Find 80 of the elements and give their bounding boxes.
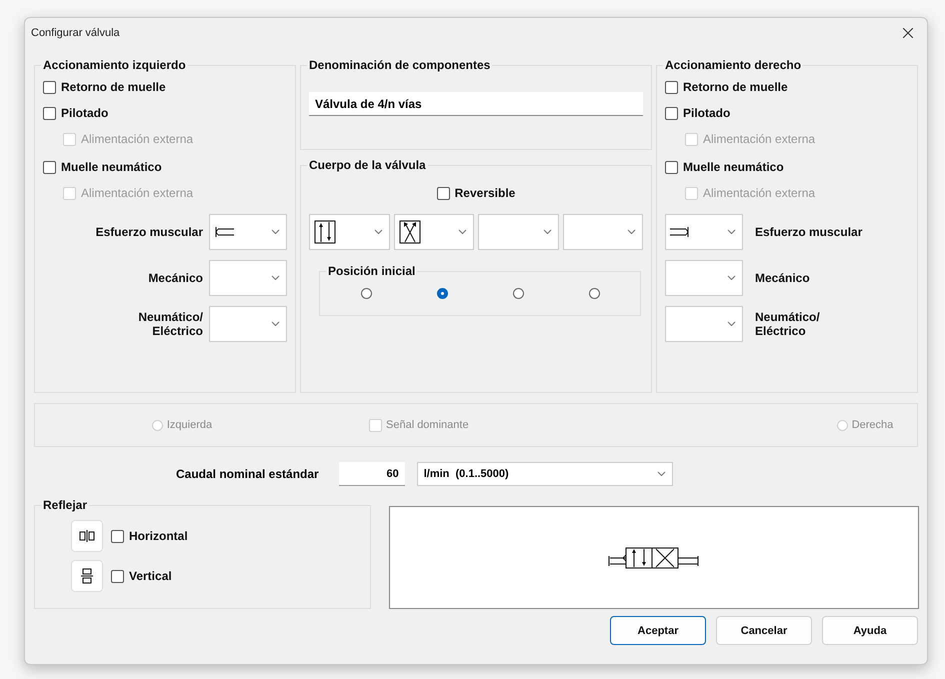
selector-label: Esfuerzo muscular bbox=[94, 225, 203, 239]
pushbutton-icon bbox=[214, 225, 234, 239]
checkbox[interactable]: Retorno de muelle bbox=[665, 80, 909, 94]
checkbox-label: Pilotado bbox=[683, 106, 730, 120]
selector-label: Mecánico bbox=[147, 271, 203, 285]
checkbox-label: Alimentación externa bbox=[81, 132, 194, 146]
mirror-horizontal-icon bbox=[79, 530, 95, 542]
group-title: Reflejar bbox=[42, 498, 88, 512]
checkbox-box[interactable] bbox=[43, 160, 56, 174]
dialog-button[interactable]: Aceptar bbox=[610, 616, 706, 645]
checkbox-label: Vertical bbox=[129, 569, 172, 583]
radio-button[interactable] bbox=[436, 288, 448, 299]
checkbox-label: Retorno de muelle bbox=[683, 80, 788, 94]
group-title: Accionamiento derecho bbox=[664, 58, 802, 72]
chevron-down-icon bbox=[727, 275, 736, 281]
parallel-arrows-icon bbox=[314, 220, 336, 244]
checkbox[interactable]: Pilotado bbox=[43, 106, 287, 120]
checkbox-label: Muelle neumático bbox=[61, 160, 162, 174]
chevron-down-icon bbox=[271, 321, 280, 327]
group-title: Cuerpo de la válvula bbox=[308, 158, 427, 172]
chevron-down-icon bbox=[458, 229, 467, 235]
radio-button[interactable] bbox=[512, 288, 524, 299]
chevron-down-icon bbox=[656, 471, 666, 477]
group-title: Accionamiento izquierdo bbox=[42, 58, 187, 72]
mirror-button[interactable] bbox=[71, 560, 103, 592]
checkbox-label: Pilotado bbox=[61, 106, 108, 120]
checkbox[interactable]: Pilotado bbox=[665, 106, 909, 120]
checkbox[interactable]: Reversible bbox=[436, 186, 516, 200]
checkbox-box[interactable] bbox=[665, 80, 678, 94]
checkbox-label: Alimentación externa bbox=[703, 186, 816, 200]
dialog-button[interactable]: Ayuda bbox=[822, 616, 918, 645]
option-label: Derecha bbox=[852, 419, 894, 431]
symbol-dropdown[interactable] bbox=[309, 214, 390, 250]
checkbox-box[interactable] bbox=[436, 186, 450, 200]
selector-label: Esfuerzo muscular bbox=[754, 225, 864, 239]
close-icon bbox=[903, 28, 913, 38]
checkbox-label: Muelle neumático bbox=[683, 160, 784, 174]
chevron-down-icon bbox=[627, 229, 636, 235]
checkbox[interactable]: Muelle neumático bbox=[43, 160, 287, 174]
checkbox-box[interactable] bbox=[43, 106, 56, 120]
checkbox-box[interactable] bbox=[665, 106, 678, 120]
checkbox[interactable]: Retorno de muelle bbox=[43, 80, 287, 94]
window-title: Configurar válvula bbox=[31, 27, 120, 39]
checkbox-label: Reversible bbox=[454, 186, 516, 200]
checkbox[interactable]: Horizontal bbox=[111, 529, 188, 543]
selector-label: Neumático/ Eléctrico bbox=[137, 310, 203, 338]
chevron-down-icon bbox=[374, 229, 382, 235]
checkbox-box[interactable] bbox=[111, 570, 124, 582]
unit-dropdown[interactable]: l/min (0.1..5000) bbox=[416, 462, 673, 486]
mirror-button[interactable] bbox=[71, 520, 103, 552]
name-field[interactable]: Válvula de 4/n vías bbox=[309, 92, 643, 116]
flow-field[interactable]: 60 bbox=[338, 462, 405, 486]
chevron-down-icon bbox=[727, 229, 736, 235]
chevron-down-icon bbox=[271, 229, 280, 235]
checkbox[interactable]: Vertical bbox=[111, 569, 172, 583]
option-label: Señal dominante bbox=[386, 419, 469, 431]
dialog-button[interactable]: Cancelar bbox=[716, 616, 812, 645]
radio-button[interactable] bbox=[360, 288, 372, 299]
cross-arrows-icon bbox=[398, 220, 420, 244]
checkbox-label: Retorno de muelle bbox=[61, 80, 166, 94]
selector-label: Neumático/ Eléctrico bbox=[754, 310, 821, 338]
mirror-vertical-icon bbox=[81, 568, 93, 584]
group-title: Posición inicial bbox=[327, 264, 416, 278]
pushbutton-icon bbox=[670, 225, 690, 239]
chevron-down-icon bbox=[542, 229, 552, 235]
chevron-down-icon bbox=[271, 275, 280, 281]
option-label: Izquierda bbox=[166, 419, 212, 431]
checkbox-box[interactable] bbox=[665, 160, 678, 174]
checkbox-box[interactable] bbox=[111, 530, 124, 542]
checkbox-label: Alimentación externa bbox=[703, 132, 816, 146]
checkbox-box[interactable] bbox=[43, 80, 56, 94]
group-title: Denominación de componentes bbox=[308, 58, 492, 72]
symbol-dropdown[interactable] bbox=[394, 214, 474, 250]
flow-label: Caudal nominal estándar bbox=[176, 467, 319, 481]
checkbox[interactable]: Muelle neumático bbox=[665, 160, 909, 174]
radio-button[interactable] bbox=[588, 288, 600, 299]
checkbox-label: Alimentación externa bbox=[81, 186, 194, 200]
checkbox-label: Horizontal bbox=[129, 529, 188, 543]
chevron-down-icon bbox=[727, 321, 736, 327]
selector-label: Mecánico bbox=[754, 271, 811, 285]
